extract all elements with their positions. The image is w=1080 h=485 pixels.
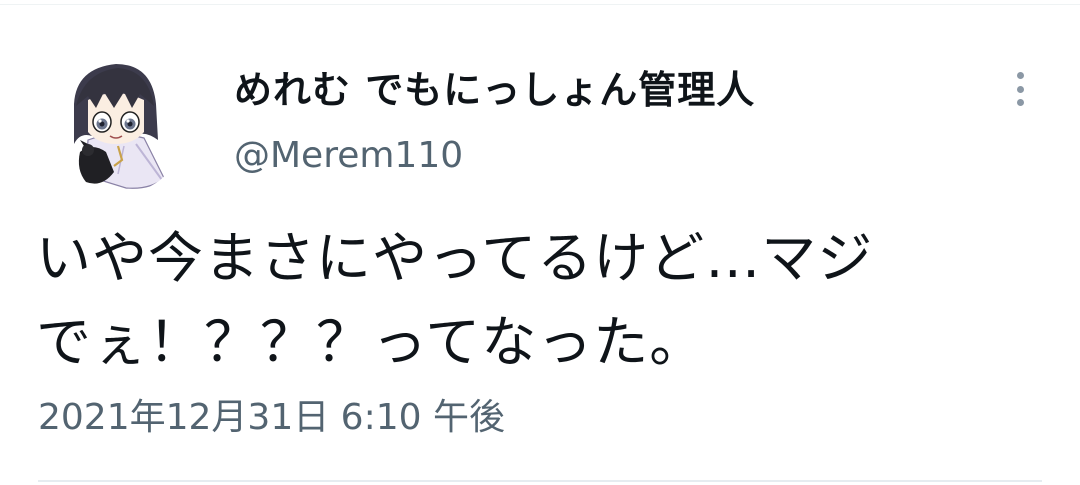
bottom-divider — [38, 480, 1042, 482]
top-divider — [0, 4, 1080, 5]
more-options-icon-dot — [1016, 99, 1024, 106]
more-options-icon — [1016, 72, 1024, 79]
author-display-name[interactable]: めれむ でもにっしょん管理人 — [234, 64, 755, 116]
anime-character-avatar-icon — [40, 48, 188, 196]
more-options-button[interactable] — [1004, 66, 1036, 112]
tweet-card: めれむ でもにっしょん管理人 @Merem110 いや今まさにやってるけど…マジ… — [0, 0, 1080, 485]
author-handle[interactable]: @Merem110 — [234, 132, 463, 180]
tweet-text-line: いや今まさにやってるけど…マジ — [36, 226, 874, 290]
tweet-timestamp[interactable]: 2021年12月31日 6:10 午後 — [38, 394, 505, 442]
tweet-text-line: でぇ！？？？ってなった。 — [36, 310, 706, 374]
author-avatar[interactable] — [40, 48, 188, 196]
more-options-icon-dot — [1016, 85, 1024, 93]
tweet-text: いや今まさにやってるけど…マジ でぇ！？？？ってなった。 — [36, 216, 1046, 384]
